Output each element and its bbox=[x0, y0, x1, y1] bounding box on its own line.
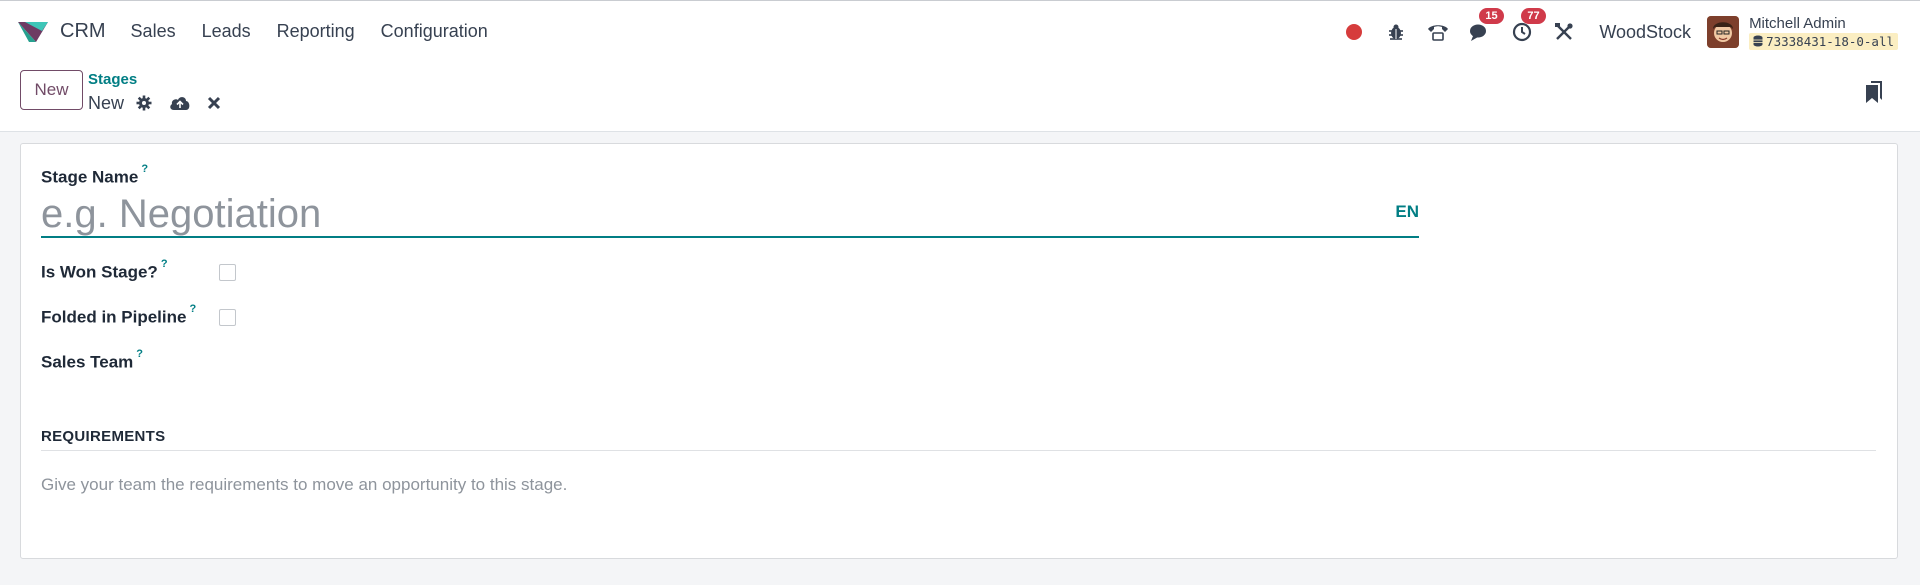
new-button[interactable]: New bbox=[20, 70, 83, 110]
user-avatar[interactable] bbox=[1707, 16, 1740, 48]
close-icon[interactable] bbox=[200, 89, 228, 117]
bookmark-icon[interactable] bbox=[1864, 80, 1884, 109]
user-name[interactable]: Mitchell Admin bbox=[1749, 15, 1898, 33]
is-won-label: Is Won Stage?? bbox=[41, 258, 168, 282]
record-name: New bbox=[88, 92, 125, 113]
help-tooltip-icon[interactable]: ? bbox=[161, 258, 168, 270]
menu-sales[interactable]: Sales bbox=[118, 21, 189, 42]
requirements-title: REQUIREMENTS bbox=[41, 428, 166, 445]
top-navbar: CRM Sales Leads Reporting Configuration bbox=[0, 0, 1920, 62]
form-sheet: Stage Name? EN Is Won Stage?? Folded in … bbox=[20, 143, 1898, 559]
tools-icon[interactable] bbox=[1549, 17, 1579, 47]
help-tooltip-icon[interactable]: ? bbox=[189, 303, 196, 315]
stage-name-field: EN bbox=[41, 192, 1419, 238]
database-tag: 73338431-18-0-all bbox=[1749, 32, 1898, 50]
database-icon bbox=[1753, 35, 1763, 47]
main-menu: Sales Leads Reporting Configuration bbox=[118, 21, 501, 42]
section-divider bbox=[41, 450, 1876, 451]
user-menu[interactable]: Mitchell Admin 73338431-18-0-all bbox=[1749, 15, 1898, 50]
menu-configuration[interactable]: Configuration bbox=[368, 21, 501, 42]
systray: 15 77 WoodStock Mitchell Admin 73338431-… bbox=[1333, 1, 1898, 63]
activities-badge: 77 bbox=[1521, 8, 1546, 24]
control-panel: New Stages New bbox=[0, 62, 1920, 132]
stage-name-label: Stage Name? bbox=[41, 163, 149, 187]
messages-badge: 15 bbox=[1479, 8, 1504, 24]
stage-name-input[interactable] bbox=[41, 192, 1341, 236]
help-tooltip-icon[interactable]: ? bbox=[136, 348, 143, 360]
gear-icon[interactable] bbox=[130, 89, 158, 117]
clock-icon[interactable]: 77 bbox=[1507, 8, 1546, 47]
menu-leads[interactable]: Leads bbox=[189, 21, 264, 42]
breadcrumb-stages[interactable]: Stages bbox=[88, 71, 137, 88]
cloud-upload-icon[interactable] bbox=[166, 89, 194, 117]
is-won-checkbox[interactable] bbox=[219, 264, 236, 281]
record-dot-icon[interactable] bbox=[1339, 17, 1369, 47]
crm-logo-icon bbox=[18, 21, 48, 42]
app-name[interactable]: CRM bbox=[60, 20, 106, 43]
bug-icon[interactable] bbox=[1381, 17, 1411, 47]
folded-checkbox[interactable] bbox=[219, 309, 236, 326]
database-name: 73338431-18-0-all bbox=[1766, 33, 1894, 49]
menu-reporting[interactable]: Reporting bbox=[264, 21, 368, 42]
help-tooltip-icon[interactable]: ? bbox=[141, 163, 148, 175]
app-brand[interactable]: CRM bbox=[16, 19, 106, 45]
phone-icon[interactable] bbox=[1423, 17, 1453, 47]
language-button[interactable]: EN bbox=[1395, 202, 1419, 222]
record-title: New bbox=[88, 89, 228, 117]
company-switcher[interactable]: WoodStock bbox=[1599, 22, 1691, 43]
sales-team-label: Sales Team? bbox=[41, 348, 144, 372]
record-actions bbox=[130, 89, 228, 117]
requirements-field[interactable]: Give your team the requirements to move … bbox=[41, 475, 567, 495]
folded-label: Folded in Pipeline? bbox=[41, 303, 197, 327]
chat-icon[interactable]: 15 bbox=[1465, 8, 1504, 47]
